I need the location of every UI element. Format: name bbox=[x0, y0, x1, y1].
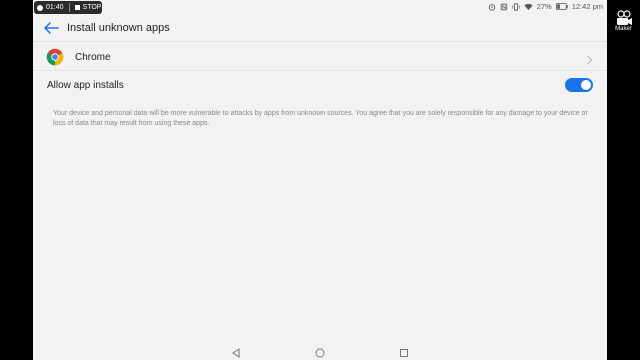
chevron-right-icon bbox=[586, 52, 593, 65]
allow-installs-label: Allow app installs bbox=[47, 80, 124, 91]
alarm-icon bbox=[488, 3, 496, 11]
nav-back-button[interactable] bbox=[231, 345, 241, 358]
circle-home-icon bbox=[315, 348, 325, 358]
battery-level: 27% bbox=[536, 2, 552, 11]
wifi-icon bbox=[524, 3, 533, 11]
record-dot-icon bbox=[37, 4, 43, 11]
android-screen: 27% 12:42 pm Install unknown apps Chrome bbox=[33, 0, 607, 360]
page-title: Install unknown apps bbox=[67, 22, 170, 34]
watermark: Maker bbox=[607, 10, 640, 46]
status-bar: 27% 12:42 pm bbox=[33, 0, 607, 14]
stop-button[interactable]: STOP bbox=[83, 4, 102, 11]
nav-home-button[interactable] bbox=[315, 345, 325, 358]
triangle-back-icon bbox=[232, 348, 240, 358]
app-bar: Install unknown apps bbox=[33, 14, 607, 42]
switch-knob bbox=[581, 80, 591, 90]
chrome-icon bbox=[46, 48, 64, 66]
screen-recorder-overlay: 01:40 STOP bbox=[34, 1, 102, 14]
nav-recents-button[interactable] bbox=[399, 345, 409, 357]
vibrate-icon bbox=[512, 2, 520, 11]
back-button[interactable] bbox=[43, 21, 59, 35]
status-clock: 12:42 pm bbox=[571, 2, 603, 11]
allow-installs-row: Allow app installs bbox=[33, 71, 607, 99]
nfc-icon bbox=[500, 3, 508, 11]
watermark-text: Maker bbox=[615, 26, 632, 32]
arrow-left-icon bbox=[44, 22, 59, 34]
stop-icon bbox=[74, 5, 80, 10]
recording-time: 01:40 bbox=[46, 4, 64, 11]
status-icons: 27% 12:42 pm bbox=[488, 2, 603, 11]
app-name: Chrome bbox=[75, 52, 111, 63]
battery-icon bbox=[555, 3, 568, 10]
square-recents-icon bbox=[400, 349, 408, 357]
app-row-chrome[interactable]: Chrome bbox=[33, 43, 607, 71]
allow-installs-switch[interactable] bbox=[565, 78, 593, 92]
security-warning-text: Your device and personal data will be mo… bbox=[53, 110, 588, 127]
divider bbox=[68, 3, 70, 12]
video-camera-icon bbox=[616, 10, 632, 25]
navigation-bar bbox=[33, 340, 607, 360]
